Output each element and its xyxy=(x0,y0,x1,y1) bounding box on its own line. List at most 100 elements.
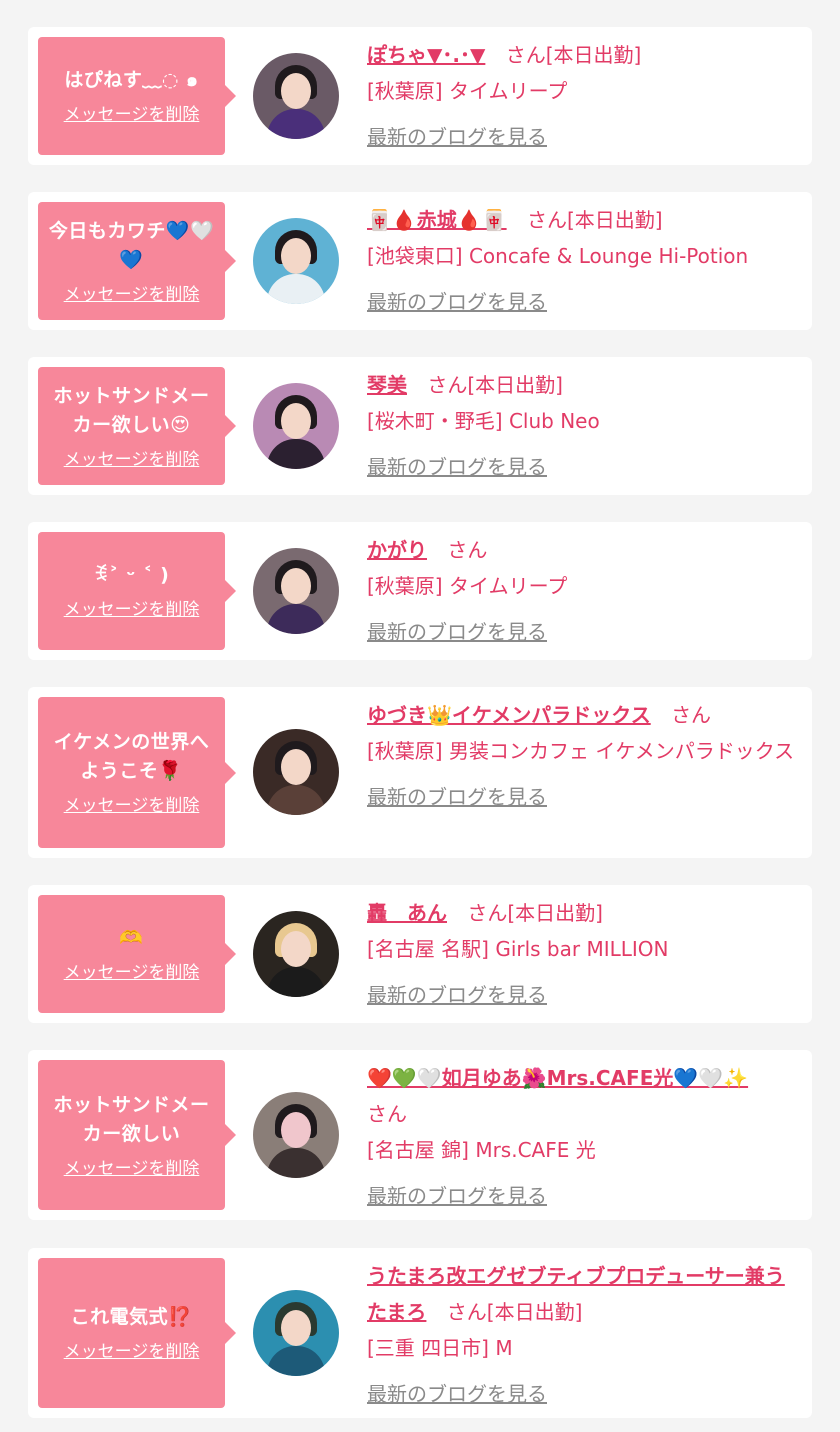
delete-message-link[interactable]: メッセージを削除 xyxy=(64,449,200,471)
avatar[interactable] xyxy=(253,911,339,997)
cast-suffix: さん xyxy=(367,1102,407,1126)
delete-message-link[interactable]: メッセージを削除 xyxy=(64,284,200,306)
cast-suffix: さん xyxy=(671,703,712,727)
cast-name-line: 轟 あん さん[本日出勤] xyxy=(367,895,797,931)
latest-blog-link[interactable]: 最新のブログを見る xyxy=(367,284,547,320)
avatar-body xyxy=(267,604,325,634)
cast-suffix: さん[本日出勤] xyxy=(427,373,563,397)
message-bubble: 今日もカワチ💙🤍💙 メッセージを削除 xyxy=(38,202,236,320)
cast-name-line: 🀄🩸赤城🩸🀄 さん[本日出勤] xyxy=(367,202,797,238)
cast-name-line: ❤️💚🤍如月ゆあ🌺Mrs.CAFE光💙🤍✨ さん xyxy=(367,1060,797,1132)
message-text: ꉂ˃ ᵕ ˂ ) xyxy=(93,564,170,586)
avatar[interactable] xyxy=(253,1290,339,1376)
avatar[interactable] xyxy=(253,1092,339,1178)
cast-info: ❤️💚🤍如月ゆあ🌺Mrs.CAFE光💙🤍✨ さん [名古屋 錦] Mrs.CAF… xyxy=(367,1060,797,1214)
cast-name-link[interactable]: 琴美 xyxy=(367,373,407,397)
message-text: イケメンの世界へようこそ🌹 xyxy=(53,731,210,782)
cast-name-line: ゆづき👑イケメンパラドックス さん xyxy=(367,697,797,733)
shop-label: [三重 四日市] M xyxy=(367,1336,513,1360)
avatar-face xyxy=(281,403,311,439)
cast-info: ゆづき👑イケメンパラドックス さん [秋葉原] 男装コンカフェ イケメンパラドッ… xyxy=(367,697,797,815)
cast-name-line: ぽちゃ▼･.･▼ さん[本日出勤] xyxy=(367,37,797,73)
avatar[interactable] xyxy=(253,548,339,634)
avatar-body xyxy=(267,1346,325,1376)
shop-label: [秋葉原] タイムリープ xyxy=(367,574,568,598)
avatar-face xyxy=(281,1112,311,1148)
avatar-body xyxy=(267,967,325,997)
cast-name-line: かがり さん xyxy=(367,532,797,568)
shop-label: [池袋東口] Concafe & Lounge Hi-Potion xyxy=(367,244,749,268)
cast-name-link[interactable]: ゆづき👑イケメンパラドックス xyxy=(367,703,651,727)
cast-suffix: さん[本日出勤] xyxy=(505,43,642,67)
avatar[interactable] xyxy=(253,729,339,815)
shop-label: [秋葉原] 男装コンカフェ イケメンパラドックス xyxy=(367,739,795,763)
cast-suffix: さん xyxy=(447,538,488,562)
message-card: 今日もカワチ💙🤍💙 メッセージを削除 🀄🩸赤城🩸🀄 さん[本日出勤] [池袋東口… xyxy=(28,192,812,330)
cast-name-link[interactable]: ❤️💚🤍如月ゆあ🌺Mrs.CAFE光💙🤍✨ xyxy=(367,1066,748,1090)
message-feed: はぴねす﹏◌ ๑ メッセージを削除 ぽちゃ▼･.･▼ さん[本日出勤] [秋葉原… xyxy=(0,0,840,1432)
cast-info: うたまろ改エグゼブティブプロデューサー兼うたまろ さん[本日出勤] [三重 四日… xyxy=(367,1258,797,1412)
message-bubble: はぴねす﹏◌ ๑ メッセージを削除 xyxy=(38,37,236,155)
latest-blog-link[interactable]: 最新のブログを見る xyxy=(367,614,547,650)
avatar-body xyxy=(267,109,325,139)
latest-blog-link[interactable]: 最新のブログを見る xyxy=(367,1376,547,1412)
message-bubble: ホットサンドメーカー欲しい😍 メッセージを削除 xyxy=(38,367,236,485)
message-card: ホットサンドメーカー欲しい メッセージを削除 ❤️💚🤍如月ゆあ🌺Mrs.CAFE… xyxy=(28,1050,812,1220)
avatar-body xyxy=(267,785,325,815)
delete-message-link[interactable]: メッセージを削除 xyxy=(64,962,200,984)
avatar[interactable] xyxy=(253,218,339,304)
delete-message-link[interactable]: メッセージを削除 xyxy=(64,795,200,817)
latest-blog-link[interactable]: 最新のブログを見る xyxy=(367,779,547,815)
cast-info: 🀄🩸赤城🩸🀄 さん[本日出勤] [池袋東口] Concafe & Lounge … xyxy=(367,202,797,320)
message-text: 🫶 xyxy=(119,927,144,949)
shop-label: [名古屋 錦] Mrs.CAFE 光 xyxy=(367,1138,596,1162)
avatar-face xyxy=(281,1310,311,1346)
delete-message-link[interactable]: メッセージを削除 xyxy=(64,1341,200,1363)
avatar-face xyxy=(281,73,311,109)
avatar-body xyxy=(267,274,325,304)
message-text: ホットサンドメーカー欲しい xyxy=(53,1093,210,1145)
delete-message-link[interactable]: メッセージを削除 xyxy=(64,104,200,126)
avatar[interactable] xyxy=(253,383,339,469)
cast-name-link[interactable]: 轟 あん xyxy=(367,901,447,925)
message-card: ホットサンドメーカー欲しい😍 メッセージを削除 琴美 さん[本日出勤] [桜木町… xyxy=(28,357,812,495)
message-text: これ電気式⁉️ xyxy=(70,1306,193,1328)
avatar-body xyxy=(267,1148,325,1178)
cast-name-link[interactable]: かがり xyxy=(367,538,427,562)
message-text: 今日もカワチ💙🤍💙 xyxy=(48,219,215,271)
cast-info: 琴美 さん[本日出勤] [桜木町・野毛] Club Neo 最新のブログを見る xyxy=(367,367,797,485)
cast-name-line: うたまろ改エグゼブティブプロデューサー兼うたまろ さん[本日出勤] xyxy=(367,1258,797,1330)
cast-suffix: さん[本日出勤] xyxy=(526,208,663,232)
cast-suffix: さん[本日出勤] xyxy=(467,901,603,925)
avatar-body xyxy=(267,439,325,469)
avatar-face xyxy=(281,238,311,274)
avatar-face xyxy=(281,749,311,785)
latest-blog-link[interactable]: 最新のブログを見る xyxy=(367,1178,547,1214)
cast-name-link[interactable]: 🀄🩸赤城🩸🀄 xyxy=(367,208,507,232)
latest-blog-link[interactable]: 最新のブログを見る xyxy=(367,449,547,485)
message-text: はぴねす﹏◌ ๑ xyxy=(64,69,199,91)
cast-info: 轟 あん さん[本日出勤] [名古屋 名駅] Girls bar MILLION… xyxy=(367,895,797,1013)
shop-label: [秋葉原] タイムリープ xyxy=(367,79,568,103)
cast-name-line: 琴美 さん[本日出勤] xyxy=(367,367,797,403)
cast-info: ぽちゃ▼･.･▼ さん[本日出勤] [秋葉原] タイムリープ 最新のブログを見る xyxy=(367,37,797,155)
message-card: 🫶 メッセージを削除 轟 あん さん[本日出勤] [名古屋 名駅] Girls … xyxy=(28,885,812,1023)
message-bubble: ꉂ˃ ᵕ ˂ ) メッセージを削除 xyxy=(38,532,236,650)
message-bubble: これ電気式⁉️ メッセージを削除 xyxy=(38,1258,236,1408)
delete-message-link[interactable]: メッセージを削除 xyxy=(64,599,200,621)
message-bubble: イケメンの世界へようこそ🌹 メッセージを削除 xyxy=(38,697,236,848)
message-text: ホットサンドメーカー欲しい😍 xyxy=(53,384,210,436)
cast-suffix: さん[本日出勤] xyxy=(446,1300,583,1324)
message-card: ꉂ˃ ᵕ ˂ ) メッセージを削除 かがり さん [秋葉原] タイムリープ 最新… xyxy=(28,522,812,660)
shop-label: [名古屋 名駅] Girls bar MILLION xyxy=(367,937,669,961)
avatar-face xyxy=(281,931,311,967)
message-card: はぴねす﹏◌ ๑ メッセージを削除 ぽちゃ▼･.･▼ さん[本日出勤] [秋葉原… xyxy=(28,27,812,165)
message-bubble: 🫶 メッセージを削除 xyxy=(38,895,236,1013)
avatar[interactable] xyxy=(253,53,339,139)
cast-name-link[interactable]: ぽちゃ▼･.･▼ xyxy=(367,43,485,67)
delete-message-link[interactable]: メッセージを削除 xyxy=(64,1158,200,1180)
cast-info: かがり さん [秋葉原] タイムリープ 最新のブログを見る xyxy=(367,532,797,650)
latest-blog-link[interactable]: 最新のブログを見る xyxy=(367,977,547,1013)
shop-label: [桜木町・野毛] Club Neo xyxy=(367,409,600,433)
latest-blog-link[interactable]: 最新のブログを見る xyxy=(367,119,547,155)
